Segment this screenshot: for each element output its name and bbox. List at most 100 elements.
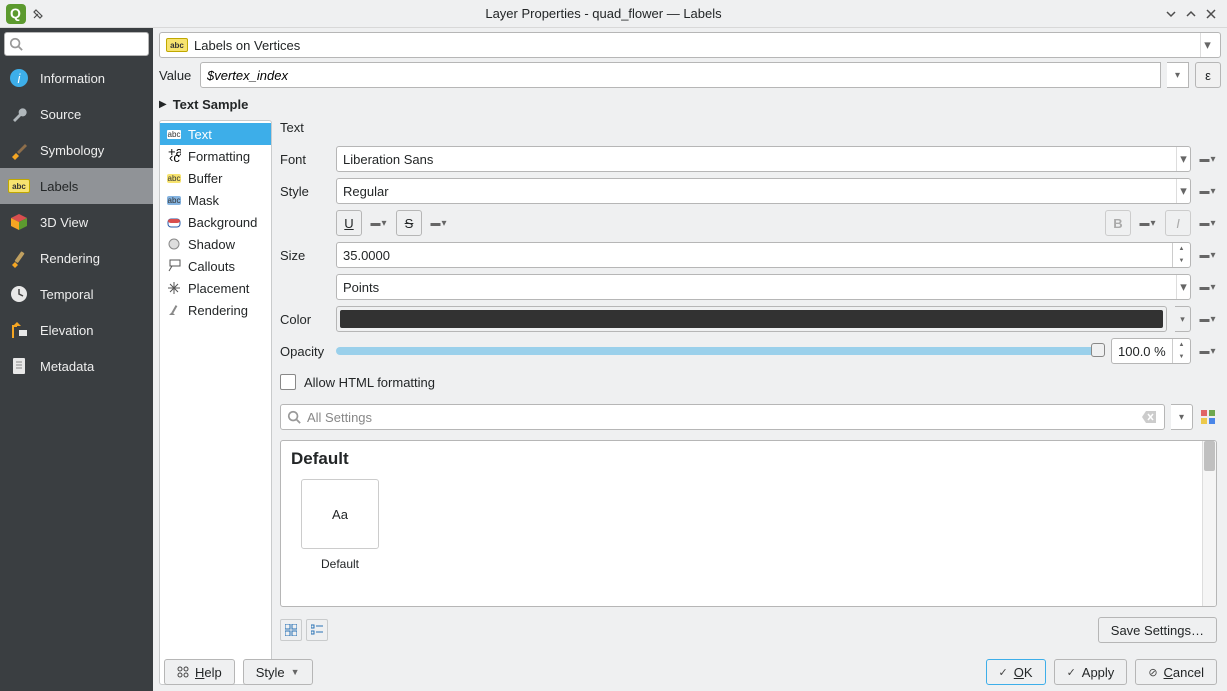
color-button[interactable] bbox=[336, 306, 1167, 332]
size-input[interactable]: 35.0000 ▲▼ bbox=[336, 242, 1191, 268]
preset-default[interactable]: Aa bbox=[301, 479, 379, 549]
style-manager-button[interactable] bbox=[1199, 404, 1217, 430]
data-defined-button[interactable]: ▬▾ bbox=[370, 210, 388, 236]
label-mode-combo[interactable]: abc Labels on Vertices ▾ bbox=[159, 32, 1221, 58]
search-icon bbox=[287, 410, 301, 424]
view-list-button[interactable] bbox=[306, 619, 328, 641]
brush-icon bbox=[8, 139, 30, 161]
minimize-button[interactable] bbox=[1161, 4, 1181, 24]
form-heading: Text bbox=[280, 120, 1217, 140]
tab-buffer[interactable]: abcBuffer bbox=[160, 167, 271, 189]
font-combo[interactable]: Liberation Sans ▾ bbox=[336, 146, 1191, 172]
tab-shadow[interactable]: Shadow bbox=[160, 233, 271, 255]
clear-search-icon[interactable] bbox=[1140, 409, 1158, 425]
data-defined-button[interactable]: ▬▾ bbox=[1199, 178, 1217, 204]
scrollbar[interactable] bbox=[1202, 441, 1216, 606]
sidebar-item-rendering[interactable]: Rendering bbox=[0, 240, 153, 276]
elevation-icon bbox=[8, 319, 30, 341]
settings-search[interactable]: All Settings bbox=[280, 404, 1165, 430]
app-icon bbox=[6, 4, 26, 24]
color-swatch bbox=[340, 310, 1163, 328]
size-unit-combo[interactable]: Points ▾ bbox=[336, 274, 1191, 300]
triangle-right-icon: ▶ bbox=[159, 99, 167, 110]
italic-toggle[interactable]: I bbox=[1165, 210, 1191, 236]
strikethrough-toggle[interactable]: S bbox=[396, 210, 422, 236]
data-defined-button[interactable]: ▬▾ bbox=[1199, 210, 1217, 236]
data-defined-button[interactable]: ▬▾ bbox=[1199, 274, 1217, 300]
pin-icon[interactable] bbox=[30, 6, 46, 22]
data-defined-button[interactable]: ▬▾ bbox=[430, 210, 448, 236]
style-combo[interactable]: Regular ▾ bbox=[336, 178, 1191, 204]
tab-formatting[interactable]: +ab‹cFormatting bbox=[160, 145, 271, 167]
tab-rendering[interactable]: Rendering bbox=[160, 299, 271, 321]
text-sample-collapser[interactable]: ▶ Text Sample bbox=[159, 92, 1221, 116]
wrench-icon bbox=[8, 103, 30, 125]
background-icon bbox=[166, 214, 182, 230]
scrollbar-thumb[interactable] bbox=[1204, 441, 1215, 471]
settings-filter-dropdown[interactable]: ▾ bbox=[1171, 404, 1193, 430]
close-button[interactable] bbox=[1201, 4, 1221, 24]
chevron-down-icon: ▾ bbox=[1176, 147, 1190, 171]
cancel-button[interactable]: ⊘ Cancel bbox=[1135, 659, 1217, 685]
chevron-down-icon: ▼ bbox=[291, 667, 300, 677]
tab-text[interactable]: abcText bbox=[160, 123, 271, 145]
size-label: Size bbox=[280, 248, 328, 263]
sidebar-item-temporal[interactable]: Temporal bbox=[0, 276, 153, 312]
settings-group-title: Default bbox=[291, 449, 1206, 469]
save-settings-button[interactable]: Save Settings… bbox=[1098, 617, 1217, 643]
view-grid-button[interactable] bbox=[280, 619, 302, 641]
sidebar-search-input[interactable] bbox=[4, 32, 149, 56]
sidebar-item-metadata[interactable]: Metadata bbox=[0, 348, 153, 384]
opacity-spinner[interactable]: ▲▼ bbox=[1172, 339, 1190, 363]
ok-button[interactable]: ✓ OK bbox=[986, 659, 1046, 685]
style-menu-button[interactable]: Style ▼ bbox=[243, 659, 313, 685]
value-label: Value bbox=[159, 68, 194, 83]
help-icon bbox=[177, 666, 189, 678]
window-title: Layer Properties - quad_flower — Labels bbox=[46, 6, 1161, 21]
data-defined-button[interactable]: ▬▾ bbox=[1199, 242, 1217, 268]
sidebar-item-labels[interactable]: abc Labels bbox=[0, 168, 153, 204]
chevron-down-icon: ▾ bbox=[1200, 33, 1214, 57]
data-defined-button[interactable]: ▬▾ bbox=[1139, 210, 1157, 236]
tab-background[interactable]: Background bbox=[160, 211, 271, 233]
apply-button[interactable]: ✓ Apply bbox=[1054, 659, 1128, 685]
tab-callouts[interactable]: Callouts bbox=[160, 255, 271, 277]
data-defined-button[interactable]: ▬▾ bbox=[1199, 306, 1217, 332]
sidebar-item-source[interactable]: Source bbox=[0, 96, 153, 132]
settings-list: Default Aa Default bbox=[280, 440, 1217, 607]
opacity-slider[interactable] bbox=[336, 347, 1103, 355]
tab-mask[interactable]: abcMask bbox=[160, 189, 271, 211]
check-icon: ✓ bbox=[1067, 666, 1076, 679]
value-expression-input[interactable] bbox=[200, 62, 1161, 88]
abc-icon: abc bbox=[166, 126, 182, 142]
sidebar-item-information[interactable]: i Information bbox=[0, 60, 153, 96]
data-defined-button[interactable]: ▬▾ bbox=[1199, 146, 1217, 172]
sidebar-item-label: Labels bbox=[40, 179, 78, 194]
sidebar-item-label: Metadata bbox=[40, 359, 94, 374]
sidebar-item-elevation[interactable]: Elevation bbox=[0, 312, 153, 348]
sidebar-item-label: Temporal bbox=[40, 287, 93, 302]
underline-toggle[interactable]: U bbox=[336, 210, 362, 236]
value-history-dropdown[interactable]: ▾ bbox=[1167, 62, 1189, 88]
abc-icon: abc bbox=[8, 175, 30, 197]
opacity-spinbox[interactable]: 100.0 % ▲▼ bbox=[1111, 338, 1191, 364]
bold-toggle[interactable]: B bbox=[1105, 210, 1131, 236]
cube-icon bbox=[8, 211, 30, 233]
color-dropdown[interactable]: ▾ bbox=[1175, 306, 1191, 332]
sidebar-item-symbology[interactable]: Symbology bbox=[0, 132, 153, 168]
sidebar-item-label: Symbology bbox=[40, 143, 104, 158]
help-button[interactable]: Help bbox=[164, 659, 235, 685]
mask-icon: abc bbox=[166, 192, 182, 208]
tab-placement[interactable]: Placement bbox=[160, 277, 271, 299]
expression-builder-button[interactable]: ε bbox=[1195, 62, 1221, 88]
preset-default-label: Default bbox=[301, 557, 379, 571]
maximize-button[interactable] bbox=[1181, 4, 1201, 24]
slider-thumb[interactable] bbox=[1091, 343, 1105, 357]
data-defined-button[interactable]: ▬▾ bbox=[1199, 338, 1217, 364]
sidebar-search[interactable] bbox=[4, 32, 149, 56]
placement-icon bbox=[166, 280, 182, 296]
sidebar-item-3d-view[interactable]: 3D View bbox=[0, 204, 153, 240]
info-icon: i bbox=[8, 67, 30, 89]
size-spinner[interactable]: ▲▼ bbox=[1172, 243, 1190, 267]
allow-html-checkbox[interactable] bbox=[280, 374, 296, 390]
